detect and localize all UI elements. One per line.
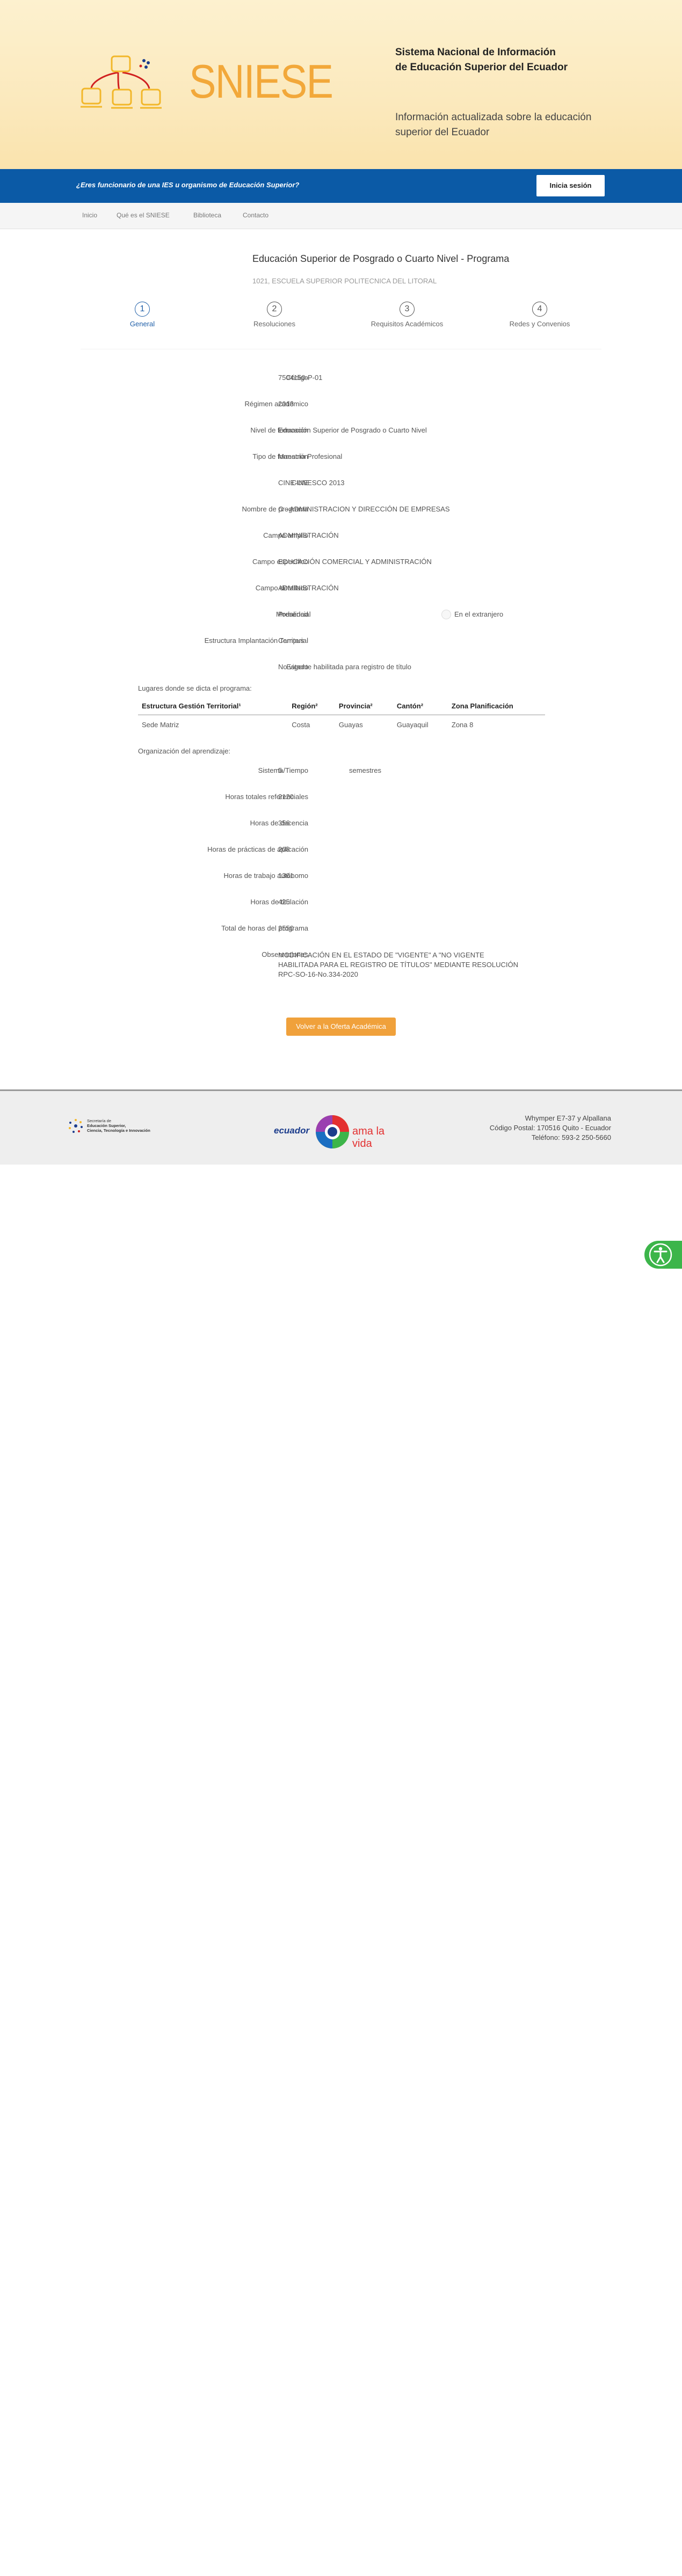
column-header: Región²	[288, 698, 335, 715]
header-title-line: Sistema Nacional de Información	[395, 47, 556, 58]
table-cell: Zona 8	[451, 721, 474, 729]
step-requisitos[interactable]: 3 Requisitos Académicos	[369, 302, 445, 328]
nav-item-inicio[interactable]: Inicio	[82, 211, 97, 219]
senescyt-text: Secretaría de Educación Superior, Cienci…	[87, 1118, 173, 1133]
brand-name: SNIESE	[189, 55, 333, 108]
institution-name: 1021, ESCUELA SUPERIOR POLITECNICA DEL L…	[252, 277, 437, 285]
observaciones-line: RPC-SO-16-No.334-2020	[278, 970, 358, 978]
extranjero-checkbox[interactable]	[441, 610, 451, 619]
step-general[interactable]: 1 General	[105, 302, 180, 328]
header-subtitle: Información actualizada sobre la educaci…	[395, 110, 621, 140]
step-number: 2	[267, 302, 282, 317]
column-header: Cantón²	[393, 698, 448, 715]
field-value-horas-docencia: 356	[278, 819, 290, 827]
field-value-horas-titulacion: 425	[278, 898, 290, 906]
site-footer: Secretaría de Educación Superior, Cienci…	[0, 1089, 682, 1165]
table-cell: Guayaquil	[396, 721, 429, 729]
back-to-offer-button[interactable]: Volver a la Oferta Académica	[286, 1018, 396, 1036]
footer-address: Whymper E7-37 y Alpallana Código Postal:…	[419, 1114, 611, 1143]
lugares-table: Estructura Gestión Territorial¹ Región² …	[138, 698, 545, 734]
field-value-sistema: 5	[278, 766, 282, 774]
header-subtitle-line: Información actualizada sobre la educaci…	[395, 112, 592, 123]
address-line: Código Postal: 170516 Quito - Ecuador	[489, 1124, 611, 1132]
step-resoluciones[interactable]: 2 Resoluciones	[237, 302, 312, 328]
field-value-codigo: 7504150-P-01	[278, 374, 323, 382]
step-redes[interactable]: 4 Redes y Convenios	[502, 302, 577, 328]
header-subtitle-line: superior del Ecuador	[395, 127, 490, 138]
table-row: Sede Matriz Costa Guayas Guayaquil Zona …	[138, 715, 545, 734]
field-value-nivel: Educación Superior de Posgrado o Cuarto …	[278, 426, 427, 434]
table-header-row: Estructura Gestión Territorial¹ Región² …	[138, 698, 545, 715]
field-unit-sistema: semestres	[349, 766, 381, 774]
login-banner-question: ¿Eres funcionario de una IES u organismo…	[76, 181, 300, 189]
senescyt-logo: Secretaría de Educación Superior, Cienci…	[67, 1117, 150, 1138]
site-header: SNIESE Sistema Nacional de Información d…	[0, 0, 682, 169]
field-value-campo-detallado: ADMINISTRACIÓN	[278, 584, 339, 592]
nav-item-que-es[interactable]: Qué es el SNIESE	[117, 211, 170, 219]
main-nav: Inicio Qué es el SNIESE Biblioteca Conta…	[0, 203, 682, 229]
login-button[interactable]: Inicia sesión	[536, 175, 605, 196]
table-cell: Guayas	[338, 721, 363, 729]
step-label: Requisitos Académicos	[371, 320, 444, 328]
extranjero-checkbox-label: En el extranjero	[454, 610, 504, 618]
header-title-line: de Educación Superior del Ecuador	[395, 62, 568, 73]
step-label: Redes y Convenios	[509, 320, 570, 328]
field-value-regimen: 2013	[278, 400, 294, 408]
page-title: Educación Superior de Posgrado o Cuarto …	[252, 253, 510, 264]
nav-item-contacto[interactable]: Contacto	[243, 211, 269, 219]
step-number: 3	[400, 302, 415, 317]
column-header: Provincia²	[335, 698, 393, 715]
accessibility-button[interactable]	[644, 1241, 682, 1269]
step-number: 4	[532, 302, 547, 317]
field-value-modalidad: Presencial	[278, 610, 311, 618]
field-value-horas-practicas: 208	[278, 845, 290, 853]
login-banner: ¿Eres funcionario de una IES u organismo…	[0, 169, 682, 203]
step-label: General	[129, 320, 155, 328]
accessibility-person-icon	[649, 1243, 672, 1267]
field-value-estructura: Campus	[278, 636, 304, 645]
field-value-horas-autonomo: 1361	[278, 872, 294, 880]
field-value-campo-amplio: ADMINISTRACIÓN	[278, 531, 339, 539]
field-value-observaciones: MODIFICACIÓN EN EL ESTADO DE "VIGENTE" A…	[278, 950, 518, 979]
senescyt-line: Educación Superior,	[87, 1123, 126, 1128]
lugares-caption: Lugares donde se dicta el programa:	[138, 684, 252, 692]
field-value-horas-totales: 2120	[278, 793, 294, 801]
organizacion-caption: Organización del aprendizaje:	[138, 747, 230, 755]
column-header: Zona Planificación	[447, 698, 545, 715]
ama-la-vida-word: ama la vida	[352, 1125, 385, 1150]
ecuador-ama-la-vida-logo: ecuador ama la vida	[272, 1111, 406, 1154]
senescyt-line: Ciencia, Tecnología e Innovación	[87, 1128, 150, 1133]
senescyt-line: Secretaría de	[87, 1118, 112, 1123]
address-line: Whymper E7-37 y Alpallana	[525, 1114, 611, 1122]
address-line: Teléfono: 593-2 250-5660	[531, 1133, 611, 1141]
field-value-tipo: Maestría Profesional	[278, 452, 343, 460]
field-value-nombre: O - ADMINISTRACION Y DIRECCIÓN DE EMPRES…	[278, 505, 450, 513]
field-value-total-horas: 2550	[278, 924, 294, 932]
ecuador-word: ecuador	[274, 1125, 310, 1136]
observaciones-line: HABILITADA PARA EL REGISTRO DE TÍTULOS" …	[278, 961, 518, 969]
table-cell: Costa	[292, 721, 310, 729]
field-value-campo-especifico: EDUCACIÓN COMERCIAL Y ADMINISTRACIÓN	[278, 558, 432, 566]
step-label: Resoluciones	[253, 320, 296, 328]
nav-item-biblioteca[interactable]: Biblioteca	[193, 211, 221, 219]
step-number: 1	[135, 302, 150, 317]
column-header: Estructura Gestión Territorial¹	[138, 698, 288, 715]
header-title: Sistema Nacional de Información de Educa…	[395, 45, 621, 75]
table-cell: Sede Matriz	[142, 721, 179, 729]
field-value-cine: CINE-UNESCO 2013	[278, 479, 345, 487]
sunflower-icon	[316, 1115, 349, 1148]
field-label-sistema: Sistema/Tiempo	[258, 766, 308, 774]
field-value-estado: No vigente habilitada para registro de t…	[278, 663, 411, 671]
observaciones-line: MODIFICACIÓN EN EL ESTADO DE "VIGENTE" A…	[278, 951, 484, 959]
senescyt-emblem-icon	[69, 1119, 83, 1133]
